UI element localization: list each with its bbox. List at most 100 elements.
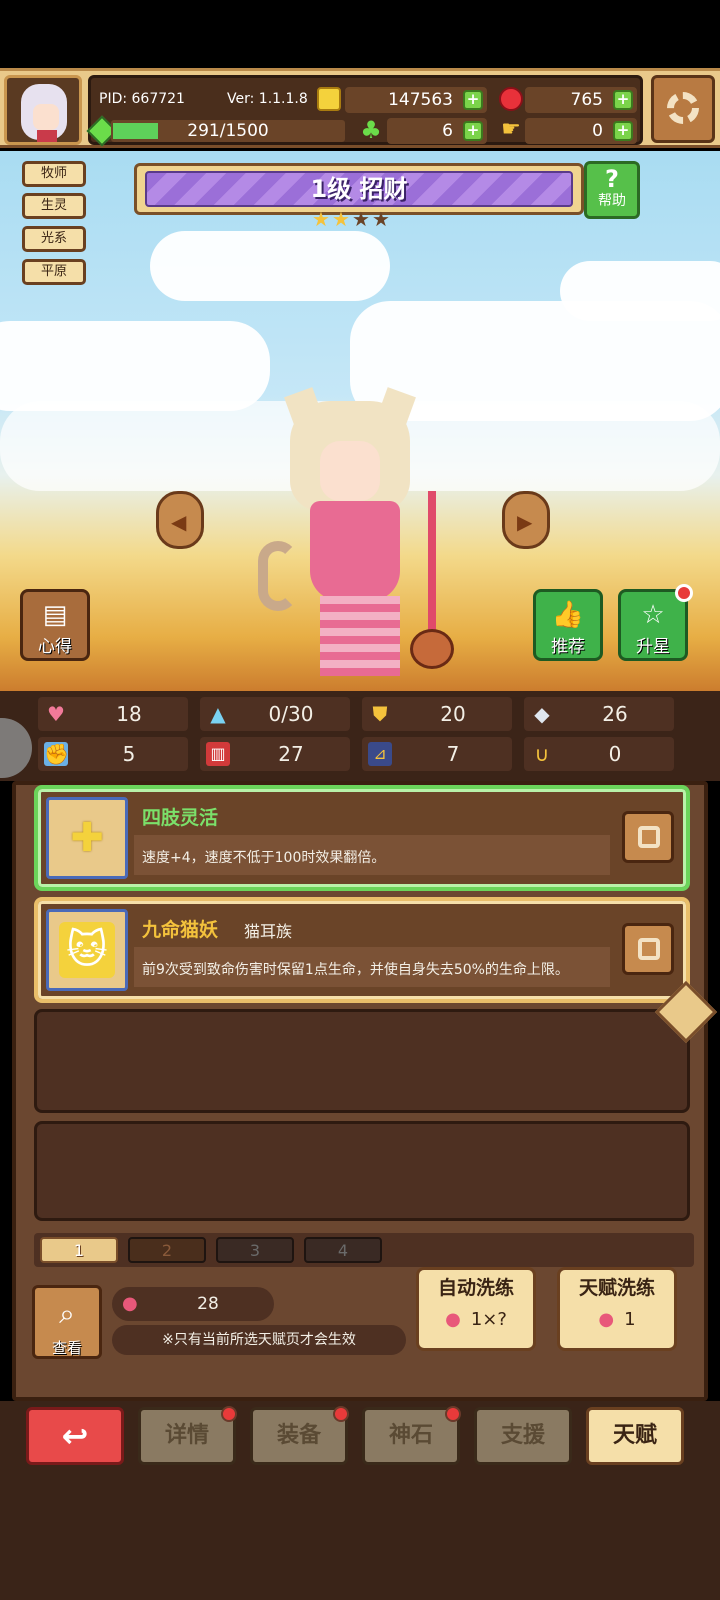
stat-hp: ♥ 18 (38, 697, 188, 731)
status-bar-area (0, 0, 720, 68)
coin-amount: 147563 (388, 90, 453, 110)
talent-name: 九命猫妖 (142, 919, 219, 941)
magnifier-icon: ⌕ (59, 1297, 75, 1330)
book-icon: ▥ (206, 742, 230, 766)
hero-stats: ♥ 18 ▲ 0/30 ⛊ 20 ◆ 26 ✊ 5 ▥ 27 ⊿ 7 ∪ 0 (0, 691, 720, 781)
stamina-bar: 291/1500 (111, 120, 345, 142)
hero-scene: 牧师 生灵 光系 平原 1级 招财 ★ ★ ★ ★ ? 帮助 ◀ ▶ ▤ 心得 👍 推… (0, 151, 720, 691)
stat-strength: ✊ 5 (38, 737, 188, 771)
nav-talent-label: 天赋 (612, 1423, 657, 1448)
auto-wash-label: 自动洗练 (437, 1277, 514, 1299)
add-hands-button[interactable]: + (613, 121, 633, 141)
water-drop-icon: ▲ (210, 702, 226, 726)
peach-icon: ● (445, 1309, 461, 1330)
star-empty-icon: ★ (352, 207, 370, 231)
shield-icon: ⛊ (372, 702, 388, 726)
help-button[interactable]: ? 帮助 (584, 161, 640, 219)
nav-godstone-button[interactable]: 神石 (362, 1406, 461, 1465)
nav-details-button[interactable]: 详情 (138, 1406, 237, 1465)
thumbs-up-icon: 👍 (551, 600, 585, 630)
talent-page-tab-4[interactable]: 4 (304, 1237, 382, 1263)
ruby-counter: 765 + (525, 87, 637, 113)
talent-page-tab-2[interactable]: 2 (128, 1237, 206, 1263)
star-up-label: 升星 (636, 637, 670, 657)
empty-talent-slot (34, 1121, 690, 1221)
hero-name: 1级 招财 (145, 171, 573, 207)
horseshoe-icon: ∪ (534, 742, 550, 766)
hand-icon: ☛ (501, 117, 521, 142)
talent-icon-box: ✚ (46, 797, 128, 879)
talent-card[interactable]: 🐱 九命猫妖 猫耳族 前9次受到致命伤害时保留1点生命，并使自身失去50%的生命… (34, 897, 690, 1003)
insights-label: 心得 (38, 637, 72, 657)
arrow-right-icon: ▶ (517, 510, 533, 534)
star-up-button[interactable]: ☆ 升星 (618, 584, 693, 661)
star-filled-icon: ★ (332, 207, 350, 231)
notification-dot (445, 1406, 461, 1422)
star-filled-icon: ★ (312, 207, 330, 231)
unlocked-padlock-icon (638, 826, 660, 848)
hand-amount: 0 (592, 121, 603, 141)
notification-dot (221, 1406, 237, 1422)
tag-terrain: 平原 (22, 259, 86, 285)
nav-equipment-label: 装备 (276, 1423, 321, 1448)
hand-counter: 0 + (525, 118, 637, 144)
lock-button[interactable] (622, 923, 674, 975)
view-button[interactable]: ⌕ 查看 (32, 1285, 102, 1359)
recommend-label: 推荐 (551, 637, 585, 657)
arrow-left-icon: ◀ (171, 510, 187, 534)
help-label: 帮助 (598, 193, 626, 209)
bottom-nav: ↩ 详情 装备 神石 支援 天赋 (0, 1401, 720, 1600)
game-version: Ver: 1.1.1.8 (227, 91, 308, 107)
nav-talent-button[interactable]: 天赋 (586, 1407, 684, 1465)
clover-amount: 6 (442, 121, 453, 141)
return-arrow-icon: ↩ (61, 1417, 89, 1455)
ruby-icon (499, 87, 523, 111)
talent-wash-label: 天赋洗练 (578, 1277, 655, 1299)
nav-equipment-button[interactable]: 装备 (250, 1406, 349, 1465)
gauntlet-icon: ◆ (534, 702, 550, 726)
prev-hero-button[interactable]: ◀ (156, 491, 204, 549)
talent-icon-box: 🐱 (46, 909, 128, 991)
nav-support-button[interactable]: 支援 (474, 1407, 572, 1465)
question-icon: ? (605, 165, 619, 193)
add-rubies-button[interactable]: + (613, 90, 633, 110)
stamina-text: 291/1500 (187, 121, 269, 141)
recommend-button[interactable]: 👍 推荐 (533, 589, 603, 661)
clover-icon: ♣ (360, 116, 382, 144)
cloud (150, 231, 390, 301)
gear-icon (667, 92, 699, 124)
back-button[interactable]: ↩ (26, 1407, 124, 1465)
talent-panel: ✚ 四肢灵活 速度+4，速度不低于100时效果翻倍。 🐱 九命猫妖 猫耳族 前9… (12, 781, 708, 1401)
player-avatar[interactable] (4, 75, 82, 145)
peach-icon: ● (598, 1309, 615, 1330)
heart-icon: ♥ (47, 702, 65, 726)
peach-counter: ● 28 (112, 1287, 274, 1321)
add-coins-button[interactable]: + (463, 90, 483, 110)
ruby-amount: 765 (570, 90, 603, 110)
talent-wash-button[interactable]: 天赋洗练 ● 1 (557, 1267, 677, 1351)
notification-dot (333, 1406, 349, 1422)
talent-page-tab-1[interactable]: 1 (40, 1237, 118, 1263)
coin-icon (317, 87, 341, 111)
view-label: 查看 (51, 1339, 82, 1357)
settings-button[interactable] (651, 75, 715, 143)
talent-subtype: 猫耳族 (244, 922, 293, 941)
auto-wash-cost: 1×? (470, 1309, 507, 1330)
star-empty-icon: ★ (372, 207, 390, 231)
scroll-icon: ▤ (42, 600, 68, 630)
lock-button[interactable] (622, 811, 674, 863)
peach-count: 28 (197, 1294, 219, 1314)
talent-card[interactable]: ✚ 四肢灵活 速度+4，速度不低于100时效果翻倍。 (34, 785, 690, 891)
nav-details-label: 详情 (164, 1423, 209, 1448)
stat-luck: ∪ 0 (524, 737, 674, 771)
player-header: PID: 667721 Ver: 1.1.1.8 147563 + 765 + … (0, 68, 720, 148)
add-clovers-button[interactable]: + (463, 121, 483, 141)
peach-icon: ● (122, 1293, 138, 1314)
talent-page-tab-3[interactable]: 3 (216, 1237, 294, 1263)
stat-speed: ⊿ 7 (362, 737, 512, 771)
auto-wash-button[interactable]: 自动洗练 ● 1×? (416, 1267, 536, 1351)
tag-element: 光系 (22, 226, 86, 252)
next-hero-button[interactable]: ▶ (502, 491, 550, 549)
talent-description: 前9次受到致命伤害时保留1点生命，并使自身失去50%的生命上限。 (142, 962, 569, 978)
insights-button[interactable]: ▤ 心得 (20, 589, 90, 661)
